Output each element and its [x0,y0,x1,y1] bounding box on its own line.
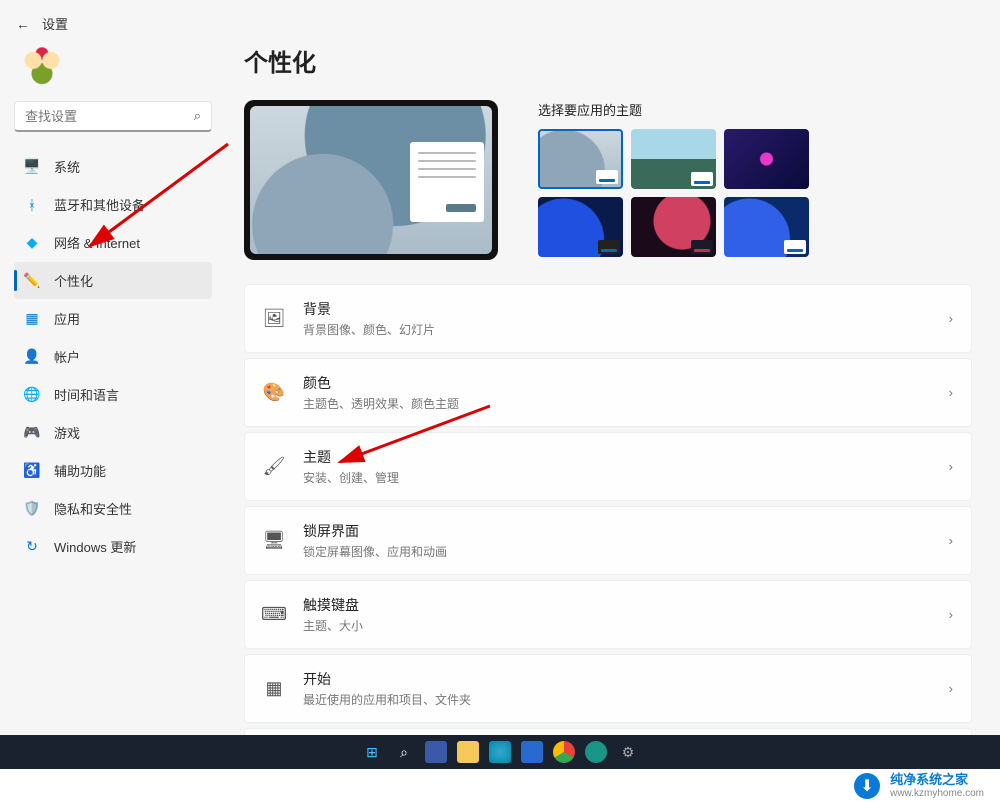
chevron-right-icon: › [949,533,953,548]
nav-item[interactable]: 🌐 时间和语言 [14,376,212,413]
row-desc: 锁定屏幕图像、应用和动画 [303,543,931,560]
nav-label: 游戏 [54,423,80,442]
search-input[interactable] [25,109,185,124]
nav-label: 隐私和安全性 [54,499,132,518]
row-icon: 🎨 [263,382,285,404]
nav-icon: 👤 [24,349,40,365]
row-title: 主题 [303,447,931,467]
row-icon: 🖼 [263,308,285,330]
nav-item[interactable]: ♿ 辅助功能 [14,452,212,489]
row-icon: 🖥 [263,530,285,552]
watermark-title: 纯净系统之家 [890,773,984,787]
theme-option[interactable] [538,129,623,189]
theme-option[interactable] [631,197,716,257]
theme-option[interactable] [724,197,809,257]
chevron-right-icon: › [949,459,953,474]
setting-row[interactable]: 🖼 背景 背景图像、颜色、幻灯片 › [244,284,972,353]
nav-icon: ◆ [24,235,40,251]
row-title: 锁屏界面 [303,521,931,541]
nav-icon: 🖥️ [24,159,40,175]
setting-row[interactable]: 🖌 主题 安装、创建、管理 › [244,432,972,501]
row-title: 触摸键盘 [303,595,931,615]
row-icon: ▦ [263,678,285,700]
row-title: 背景 [303,299,931,319]
settings-icon[interactable]: ⚙ [617,741,639,763]
row-desc: 最近使用的应用和项目、文件夹 [303,691,931,708]
nav-icon: 🌐 [24,387,40,403]
nav-label: 辅助功能 [54,461,106,480]
row-desc: 背景图像、颜色、幻灯片 [303,321,931,338]
nav-label: 时间和语言 [54,385,119,404]
row-icon: ⌨ [263,604,285,626]
nav-item[interactable]: ᚼ 蓝牙和其他设备 [14,186,212,223]
setting-row[interactable]: 🎨 颜色 主题色、透明效果、颜色主题 › [244,358,972,427]
row-desc: 主题、大小 [303,617,931,634]
theme-option[interactable] [538,197,623,257]
nav-icon: ♿ [24,463,40,479]
nav-item[interactable]: 👤 帐户 [14,338,212,375]
chevron-right-icon: › [949,385,953,400]
content: 个性化 选择要应用的主题 [216,43,1000,736]
nav-icon: ↻ [24,539,40,555]
row-title: 开始 [303,669,931,689]
setting-row[interactable]: 🖥 锁屏界面 锁定屏幕图像、应用和动画 › [244,506,972,575]
search-box[interactable]: ⌕ [14,101,212,132]
page-title: 个性化 [244,43,972,78]
row-icon: 🖌 [263,456,285,478]
watermark-logo: ⬇ [854,773,880,799]
nav-item[interactable]: ✏️ 个性化 [14,262,212,299]
chevron-right-icon: › [949,607,953,622]
edge-icon[interactable] [489,741,511,763]
nav-label: 帐户 [54,347,80,366]
theme-option[interactable] [724,129,809,189]
header-title: 设置 [42,14,68,33]
nav-item[interactable]: 🎮 游戏 [14,414,212,451]
theme-grid [538,129,972,257]
back-icon[interactable]: ← [16,16,30,32]
nav-label: Windows 更新 [54,537,136,556]
taskbar: ⊞ ⌕ ⚙ [0,735,1000,769]
themes-label: 选择要应用的主题 [538,100,972,119]
nav-item[interactable]: 🖥️ 系统 [14,148,212,185]
nav-label: 网络 & Internet [54,233,140,252]
store-icon[interactable] [521,741,543,763]
nav-icon: ▦ [24,311,40,327]
nav-icon: ✏️ [24,273,40,289]
desktop-preview [244,100,498,260]
watermark-url: www.kzmyhome.com [890,788,984,799]
nav-icon: 🛡️ [24,501,40,517]
sidebar: ⌕ 🖥️ 系统 ᚼ 蓝牙和其他设备 ◆ 网络 & Internet ✏️ 个性化 ▦ 应用 👤 帐户 🌐… [0,43,216,736]
nav-label: 蓝牙和其他设备 [54,195,145,214]
nav-icon: 🎮 [24,425,40,441]
setting-row[interactable]: ⌨ 触摸键盘 主题、大小 › [244,580,972,649]
nav-item[interactable]: 🛡️ 隐私和安全性 [14,490,212,527]
start-icon[interactable]: ⊞ [361,741,383,763]
app-icon[interactable] [585,741,607,763]
settings-list: 🖼 背景 背景图像、颜色、幻灯片 › 🎨 颜色 主题色、透明效果、颜色主题 › … [244,284,972,736]
taskview-icon[interactable] [425,741,447,763]
chrome-icon[interactable] [553,741,575,763]
nav-item[interactable]: ↻ Windows 更新 [14,528,212,565]
chevron-right-icon: › [949,681,953,696]
user-avatar[interactable] [20,45,64,89]
row-desc: 主题色、透明效果、颜色主题 [303,395,931,412]
nav-label: 个性化 [54,271,93,290]
explorer-icon[interactable] [457,741,479,763]
chevron-right-icon: › [949,311,953,326]
search-icon[interactable]: ⌕ [194,108,201,124]
nav-item[interactable]: ▦ 应用 [14,300,212,337]
row-desc: 安装、创建、管理 [303,469,931,486]
taskbar-search-icon[interactable]: ⌕ [393,741,415,763]
watermark: ⬇ 纯净系统之家 www.kzmyhome.com [0,769,1000,803]
setting-row[interactable]: ▦ 开始 最近使用的应用和项目、文件夹 › [244,654,972,723]
nav-list: 🖥️ 系统 ᚼ 蓝牙和其他设备 ◆ 网络 & Internet ✏️ 个性化 ▦ 应用 👤 帐户 🌐 时间… [14,148,212,565]
theme-option[interactable] [631,129,716,189]
nav-icon: ᚼ [24,197,40,213]
nav-label: 应用 [54,309,80,328]
nav-item[interactable]: ◆ 网络 & Internet [14,224,212,261]
row-title: 颜色 [303,373,931,393]
nav-label: 系统 [54,157,80,176]
